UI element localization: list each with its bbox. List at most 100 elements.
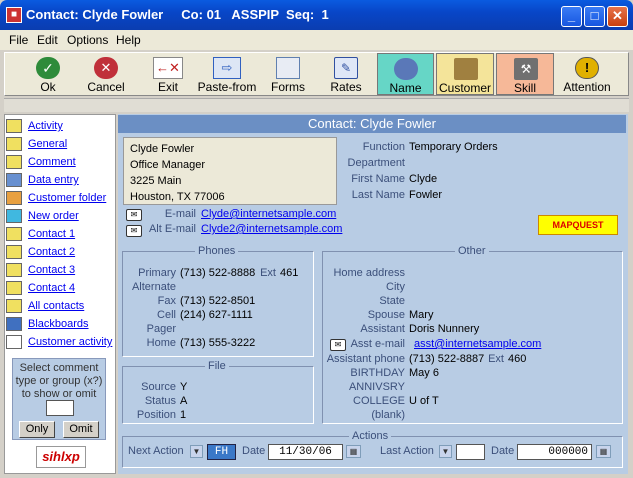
title-bar: ■ Contact: Clyde Fowler Co: 01 ASSPIP Se… xyxy=(0,0,633,30)
maximize-button[interactable]: □ xyxy=(584,6,605,27)
nav-contact-2[interactable]: Contact 2 xyxy=(4,244,110,262)
ok-button[interactable]: ✓ Ok xyxy=(19,53,77,95)
name-button[interactable]: Name xyxy=(377,53,434,95)
comment-filter-text: Select comment type or group (x?) to sho… xyxy=(15,362,103,400)
blank-label: (blank) xyxy=(371,409,405,421)
other-title: Other xyxy=(455,245,489,257)
skill-button[interactable]: ⚒ Skill xyxy=(496,53,554,95)
address-line-2: Office Manager xyxy=(130,159,206,171)
status-strip xyxy=(4,98,629,112)
state-label: State xyxy=(379,295,405,307)
ext-value[interactable]: 461 xyxy=(280,267,298,279)
app-icon: ■ xyxy=(6,7,22,23)
home-phone-value[interactable]: (713) 555-3222 xyxy=(180,337,255,349)
building-icon xyxy=(454,58,478,80)
next-action-label: Next Action xyxy=(128,445,184,457)
next-action-dropdown-icon[interactable]: ▼ xyxy=(190,445,203,458)
exit-button[interactable]: ←✕ Exit xyxy=(139,53,197,95)
minimize-button[interactable]: _ xyxy=(561,6,582,27)
attention-button[interactable]: ! Attention xyxy=(557,53,617,95)
contacts-icon xyxy=(6,299,22,313)
rates-icon: ✎ xyxy=(334,57,358,79)
phones-title: Phones xyxy=(195,245,239,257)
alternate-label: Alternate xyxy=(131,281,176,293)
nav-data-entry[interactable]: Data entry xyxy=(4,172,110,190)
college-value[interactable]: U of T xyxy=(409,395,439,407)
last-date-field[interactable]: 000000 xyxy=(517,444,592,460)
menu-help[interactable]: Help xyxy=(116,33,141,47)
email-link[interactable]: Clyde@internetsample.com xyxy=(201,208,336,220)
last-date-calendar-icon[interactable]: ▦ xyxy=(596,445,611,458)
company-logo: sihlxp xyxy=(36,446,86,468)
exit-arrow-icon: ←✕ xyxy=(153,57,183,79)
alt-email-envelope-icon[interactable]: ✉ xyxy=(126,225,142,237)
only-button[interactable]: Only xyxy=(19,421,55,438)
address-block[interactable]: Clyde Fowler Office Manager 3225 Main Ho… xyxy=(123,137,337,205)
forms-button[interactable]: Forms xyxy=(259,53,317,95)
next-date-field[interactable]: 11/30/06 xyxy=(268,444,343,460)
status-value[interactable]: A xyxy=(180,395,187,407)
close-button[interactable]: ✕ xyxy=(607,6,628,27)
cancel-button[interactable]: ✕ Cancel xyxy=(77,53,135,95)
nav-comment[interactable]: Comment xyxy=(4,154,110,172)
nav-contact-3[interactable]: Contact 3 xyxy=(4,262,110,280)
alt-email-link[interactable]: Clyde2@internetsample.com xyxy=(201,223,342,235)
actions-title: Actions xyxy=(349,430,392,442)
primary-phone[interactable]: (713) 522-8888 xyxy=(180,267,255,279)
home-phone-label: Home xyxy=(146,337,176,349)
nav-contact-4[interactable]: Contact 4 xyxy=(4,280,110,298)
nav-customer-folder[interactable]: Customer folder xyxy=(4,190,110,208)
menu-file[interactable]: File xyxy=(9,33,28,47)
menu-bar: File Edit Options Help xyxy=(0,30,633,50)
email-envelope-icon[interactable]: ✉ xyxy=(126,209,142,221)
mapquest-button[interactable]: MAPQUEST xyxy=(538,215,618,235)
asst-ext-value[interactable]: 460 xyxy=(508,353,526,365)
omit-button[interactable]: Omit xyxy=(63,421,99,438)
nav-general[interactable]: General xyxy=(4,136,110,154)
nav-customer-activity[interactable]: Customer activity xyxy=(4,334,112,352)
last-date-label: Date xyxy=(491,445,515,457)
contact-card-icon xyxy=(6,227,22,241)
spouse-value[interactable]: Mary xyxy=(409,309,433,321)
menu-edit[interactable]: Edit xyxy=(37,33,58,47)
nav-new-order[interactable]: New order xyxy=(4,208,110,226)
assistant-phone-value[interactable]: (713) 522-8887 xyxy=(409,353,484,365)
alt-email-label: Alt E-mail xyxy=(148,223,196,235)
comment-filter-box: Select comment type or group (x?) to sho… xyxy=(12,358,106,440)
asst-email-label: Asst e-mail xyxy=(350,338,405,350)
fax-value[interactable]: (713) 522-8501 xyxy=(180,295,255,307)
exclamation-icon: ! xyxy=(575,57,599,79)
contact-header: Contact: Clyde Fowler xyxy=(118,115,626,133)
last-action-field[interactable] xyxy=(456,444,485,460)
birthday-value[interactable]: May 6 xyxy=(409,367,439,379)
last-action-dropdown-icon[interactable]: ▼ xyxy=(439,445,452,458)
menu-options[interactable]: Options xyxy=(67,33,108,47)
activity-icon xyxy=(6,119,22,133)
file-title: File xyxy=(205,360,229,372)
asst-email-envelope-icon[interactable]: ✉ xyxy=(330,339,346,351)
address-line-1: Clyde Fowler xyxy=(130,143,195,155)
pager-label: Pager xyxy=(146,323,176,335)
function-value[interactable]: Temporary Orders xyxy=(409,141,498,153)
address-line-3: 3225 Main xyxy=(130,175,182,187)
nav-all-contacts[interactable]: All contacts xyxy=(4,298,110,316)
nav-activity[interactable]: Activity xyxy=(4,118,110,136)
next-date-calendar-icon[interactable]: ▦ xyxy=(346,445,361,458)
assistant-value[interactable]: Doris Nunnery xyxy=(409,323,479,335)
customer-button[interactable]: Customer xyxy=(436,53,494,95)
last-name-value[interactable]: Fowler xyxy=(409,189,442,201)
rates-button[interactable]: ✎ Rates xyxy=(317,53,375,95)
first-name-value[interactable]: Clyde xyxy=(409,173,437,185)
paste-from-button[interactable]: ⇨ Paste-from xyxy=(195,53,259,95)
asst-email-link[interactable]: asst@internetsample.com xyxy=(414,338,541,350)
comment-filter-input[interactable] xyxy=(46,400,74,416)
cell-value[interactable]: (214) 627-1111 xyxy=(180,309,253,321)
nav-contact-1[interactable]: Contact 1 xyxy=(4,226,110,244)
cell-label: Cell xyxy=(157,309,176,321)
home-address-label: Home address xyxy=(333,267,405,279)
people-icon xyxy=(394,58,418,80)
source-value[interactable]: Y xyxy=(180,381,187,393)
next-action-field[interactable]: FH xyxy=(207,444,236,460)
nav-blackboards[interactable]: Blackboards xyxy=(4,316,110,334)
position-value[interactable]: 1 xyxy=(180,409,186,421)
